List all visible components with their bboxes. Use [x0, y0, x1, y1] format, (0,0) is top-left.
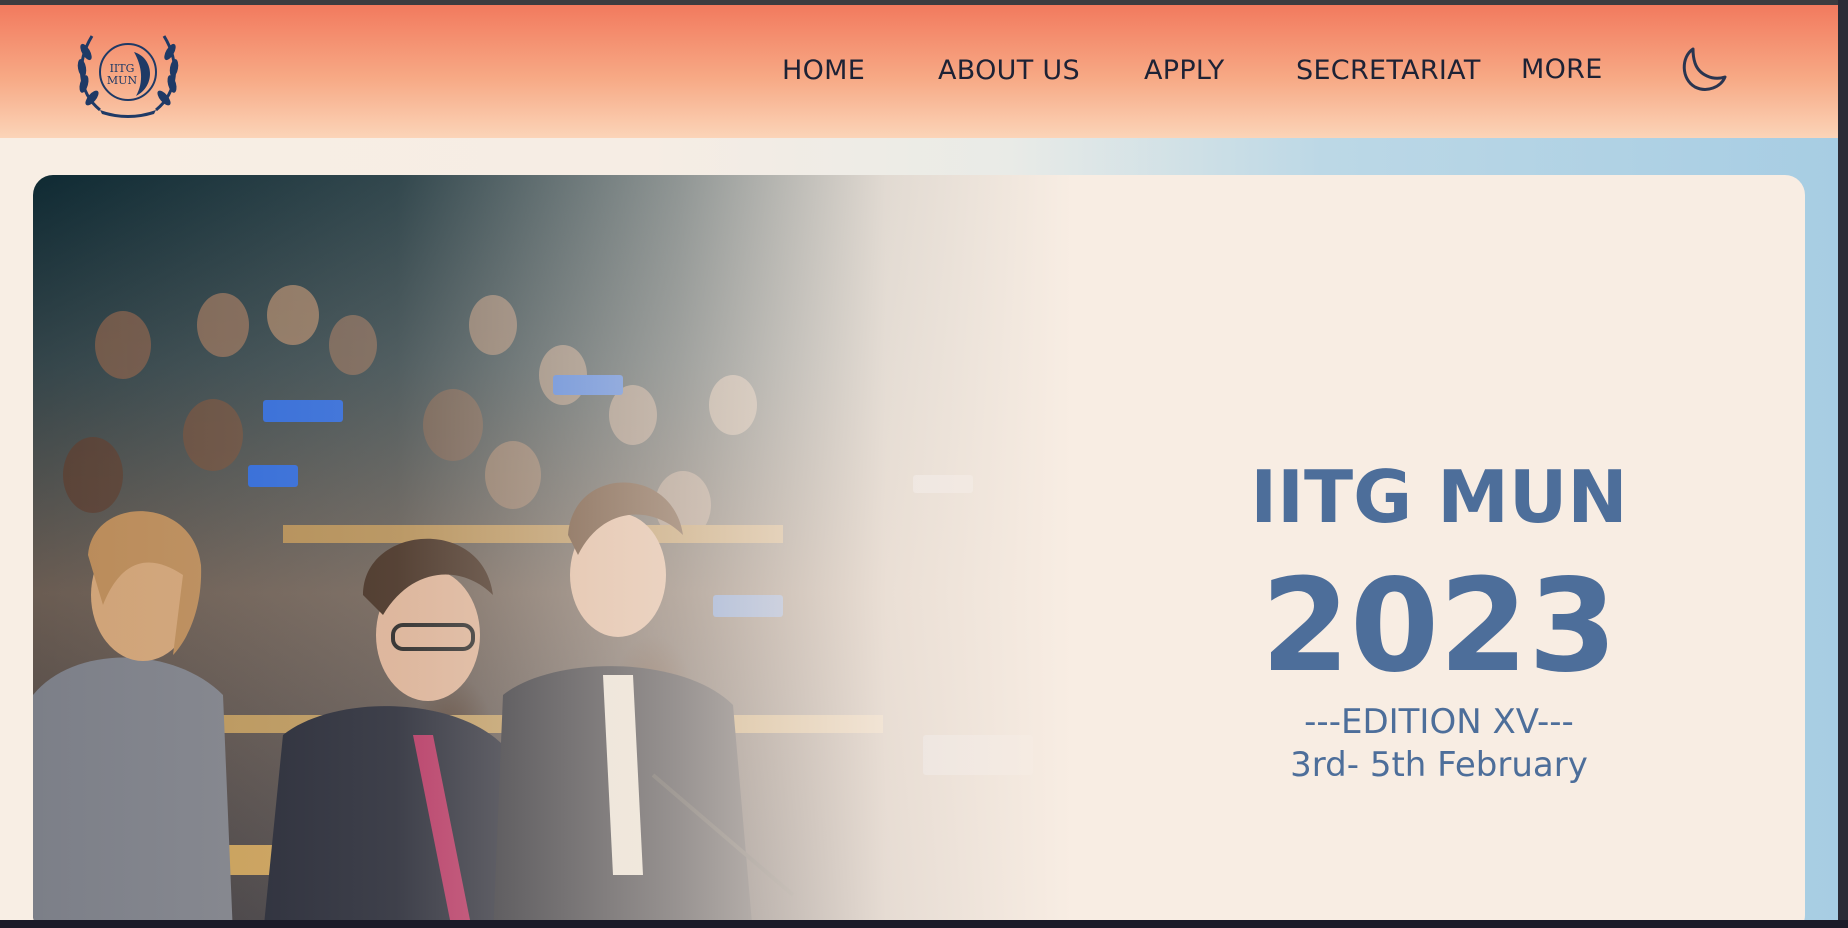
svg-text:MUN: MUN [107, 74, 138, 87]
navbar: IITG MUN HOME ABOUT US APPLY SECRETARIAT… [0, 5, 1838, 138]
event-title: IITG MUN [1250, 455, 1628, 539]
page: IITG MUN HOME ABOUT US APPLY SECRETARIAT… [0, 5, 1838, 920]
delegates-photo [33, 175, 1073, 920]
window-right-edge [1838, 0, 1848, 928]
nav-home[interactable]: HOME [782, 55, 865, 86]
nav-more[interactable]: MORE [1521, 54, 1603, 85]
laurel-emblem-icon: IITG MUN [77, 35, 179, 118]
nav-about-us[interactable]: ABOUT US [938, 55, 1080, 86]
event-year: 2023 [1260, 552, 1618, 701]
moon-icon [1682, 47, 1727, 91]
hero-banner: IITG MUN 2023 ---EDITION XV--- 3rd- 5th … [33, 175, 1805, 920]
logo[interactable]: IITG MUN [70, 22, 186, 122]
event-dates: 3rd- 5th February [1290, 745, 1588, 785]
theme-toggle-button[interactable] [1675, 43, 1727, 95]
window-bottom-border [0, 920, 1848, 928]
hero-text-block: IITG MUN 2023 ---EDITION XV--- 3rd- 5th … [1073, 175, 1805, 920]
nav-apply[interactable]: APPLY [1144, 55, 1224, 86]
event-edition: ---EDITION XV--- [1304, 702, 1574, 742]
nav-secretariat[interactable]: SECRETARIAT [1296, 55, 1481, 86]
